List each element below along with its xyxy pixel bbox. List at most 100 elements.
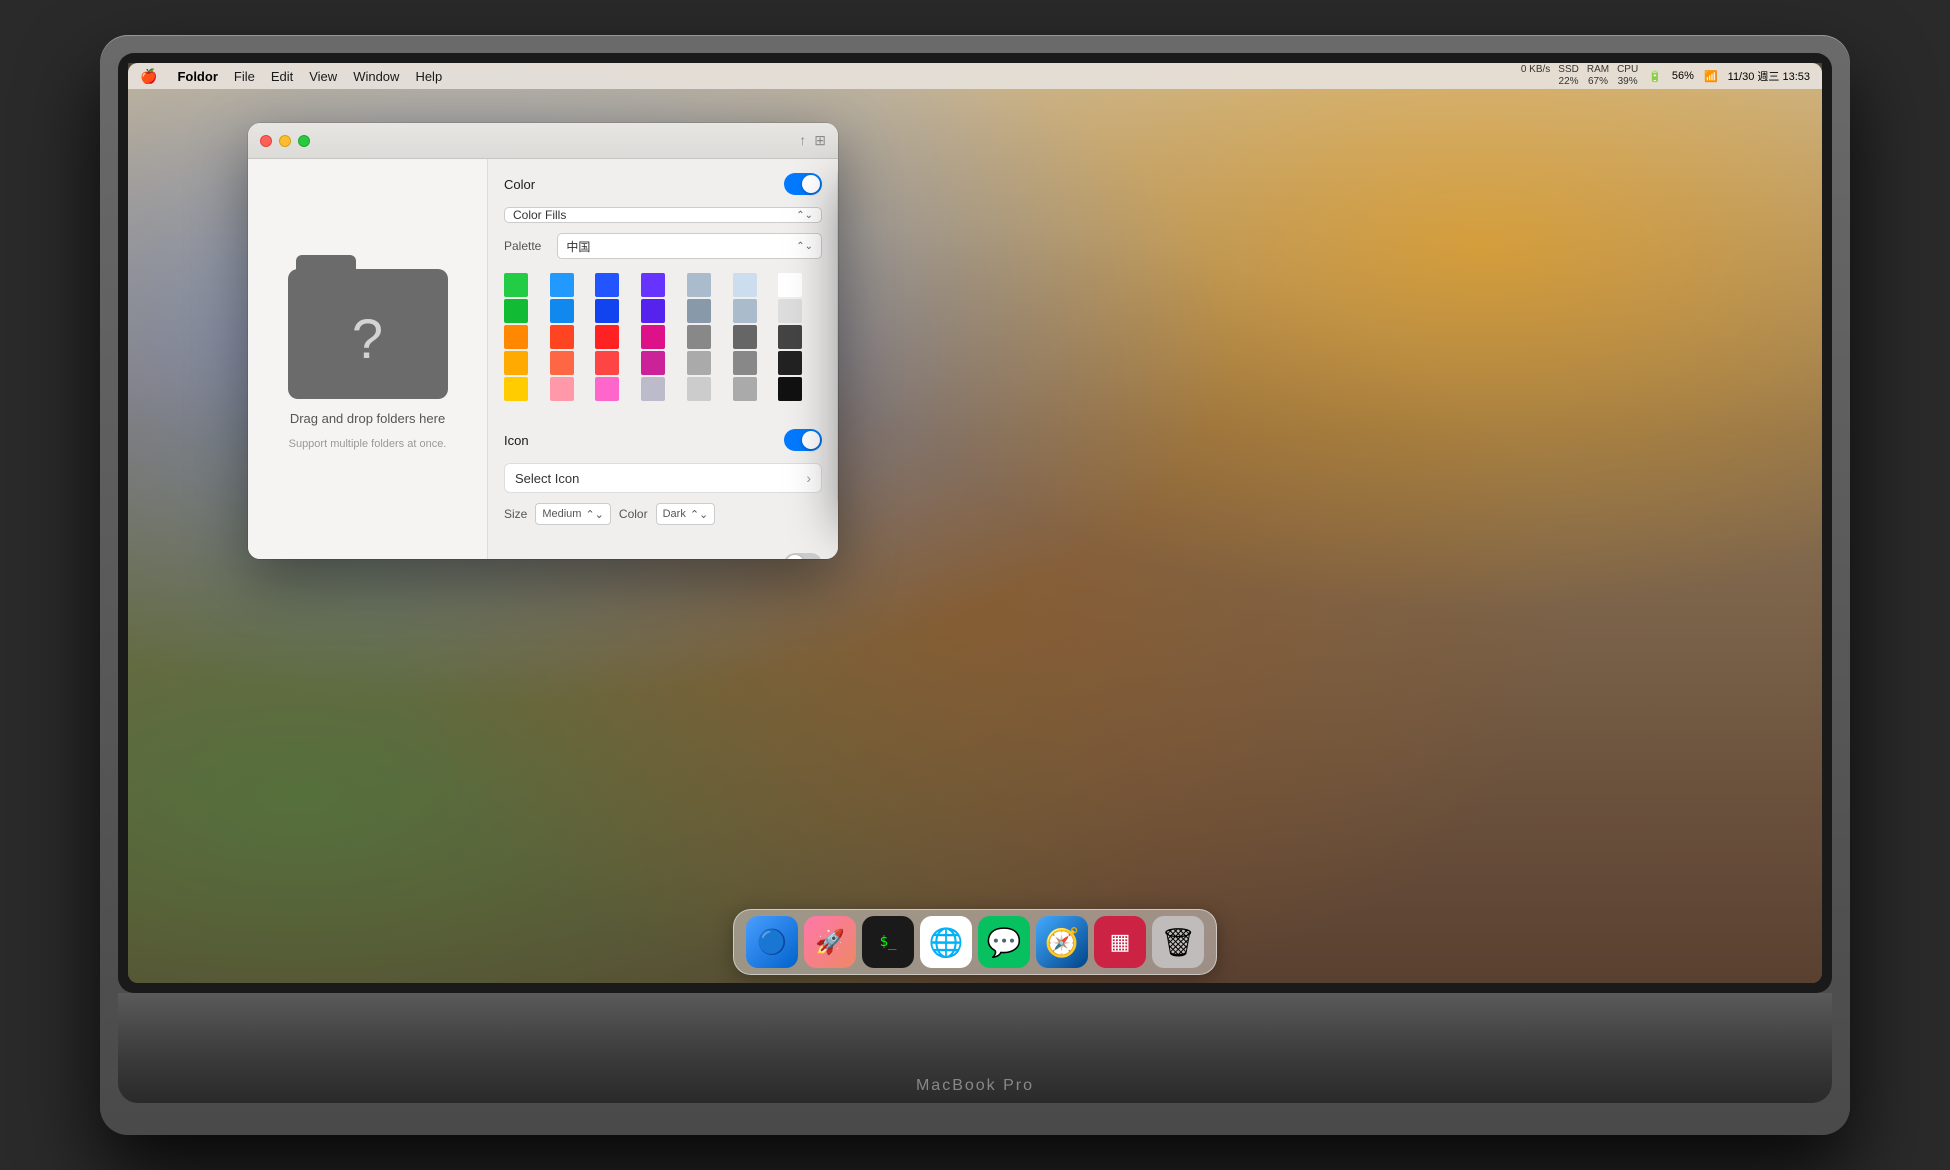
- app-name-label[interactable]: Foldor: [177, 69, 217, 84]
- macbook-outer: 🍎 Foldor File Edit View Window Help 0 KB…: [100, 35, 1850, 1135]
- dock-mosaic[interactable]: ▦: [1094, 916, 1146, 968]
- color-cell-31[interactable]: [641, 377, 665, 401]
- color-cell-13[interactable]: [778, 299, 802, 323]
- color-setting-row: Color: [504, 173, 822, 195]
- window-content: ? Drag and drop folders here Support mul…: [248, 159, 838, 559]
- traffic-lights: [260, 135, 310, 147]
- folder-preview-panel: ? Drag and drop folders here Support mul…: [248, 159, 488, 559]
- color-cell-9[interactable]: [595, 299, 619, 323]
- color-cell-3[interactable]: [641, 273, 665, 297]
- network-value: 0 KB/s: [1521, 64, 1550, 76]
- color-cell-5[interactable]: [733, 273, 757, 297]
- minimize-button[interactable]: [279, 135, 291, 147]
- color-cell-1[interactable]: [550, 273, 574, 297]
- size-label: Size: [504, 507, 527, 521]
- apple-logo-icon[interactable]: 🍎: [140, 68, 157, 85]
- icon-color-value: Dark: [663, 508, 686, 520]
- subfolder-row: Apply to Subfolders: [504, 553, 822, 559]
- grid-icon[interactable]: ⊞: [814, 132, 826, 149]
- icon-color-arrow-icon: ⌃⌄: [690, 508, 708, 521]
- network-stat: 0 KB/s: [1521, 64, 1550, 88]
- color-cell-17[interactable]: [641, 325, 665, 349]
- apply-subfolders-label: Apply to Subfolders: [504, 557, 608, 559]
- subfolders-toggle[interactable]: [784, 553, 822, 559]
- icon-label: Icon: [504, 433, 529, 448]
- menu-bar-left: 🍎 Foldor File Edit View Window Help: [140, 68, 442, 85]
- color-cell-4[interactable]: [687, 273, 711, 297]
- dock-finder[interactable]: 🔵: [746, 916, 798, 968]
- dock-chrome[interactable]: 🌐: [920, 916, 972, 968]
- dock-safari[interactable]: 🧭: [1036, 916, 1088, 968]
- screen: 🍎 Foldor File Edit View Window Help 0 KB…: [128, 63, 1822, 983]
- size-color-row: Size Medium ⌃⌄ Color Dark ⌃⌄: [504, 503, 822, 525]
- color-cell-20[interactable]: [778, 325, 802, 349]
- color-fills-label: Color Fills: [513, 208, 566, 222]
- drag-drop-label: Drag and drop folders here: [290, 411, 445, 426]
- color-cell-14[interactable]: [504, 325, 528, 349]
- share-icon[interactable]: ↑: [799, 132, 806, 149]
- dock-wechat[interactable]: 💬: [978, 916, 1030, 968]
- color-cell-29[interactable]: [550, 377, 574, 401]
- color-cell-18[interactable]: [687, 325, 711, 349]
- app-window: ↑ ⊞ ? Drag and drop folders h: [248, 123, 838, 559]
- color-cell-7[interactable]: [504, 299, 528, 323]
- color-label-2: Color: [619, 507, 648, 521]
- color-fills-dropdown[interactable]: Color Fills ⌃⌄: [504, 207, 822, 223]
- size-dropdown[interactable]: Medium ⌃⌄: [535, 503, 611, 525]
- color-cell-32[interactable]: [687, 377, 711, 401]
- window-controls-right: ↑ ⊞: [799, 132, 826, 149]
- screen-bezel: 🍎 Foldor File Edit View Window Help 0 KB…: [118, 53, 1832, 993]
- menu-bar: 🍎 Foldor File Edit View Window Help 0 KB…: [128, 63, 1822, 89]
- color-cell-33[interactable]: [733, 377, 757, 401]
- menu-help[interactable]: Help: [415, 69, 442, 84]
- battery-icon: 🔋: [1648, 70, 1662, 83]
- color-cell-22[interactable]: [550, 351, 574, 375]
- color-cell-15[interactable]: [550, 325, 574, 349]
- palette-dropdown[interactable]: 中国 ⌃⌄: [557, 233, 822, 259]
- palette-value: 中国: [566, 238, 590, 255]
- menu-view[interactable]: View: [309, 69, 337, 84]
- color-cell-30[interactable]: [595, 377, 619, 401]
- size-value: Medium: [542, 508, 581, 520]
- dock-launchpad[interactable]: 🚀: [804, 916, 856, 968]
- wifi-icon: 📶: [1704, 70, 1718, 83]
- color-cell-28[interactable]: [504, 377, 528, 401]
- color-cell-16[interactable]: [595, 325, 619, 349]
- color-cell-21[interactable]: [504, 351, 528, 375]
- color-cell-8[interactable]: [550, 299, 574, 323]
- color-cell-12[interactable]: [733, 299, 757, 323]
- maximize-button[interactable]: [298, 135, 310, 147]
- drag-drop-sublabel: Support multiple folders at once.: [289, 438, 447, 450]
- menu-file[interactable]: File: [234, 69, 255, 84]
- palette-label: Palette: [504, 239, 541, 253]
- color-cell-34[interactable]: [778, 377, 802, 401]
- color-cell-27[interactable]: [778, 351, 802, 375]
- color-cell-24[interactable]: [641, 351, 665, 375]
- color-toggle[interactable]: [784, 173, 822, 195]
- icon-color-dropdown[interactable]: Dark ⌃⌄: [656, 503, 716, 525]
- folder-preview: ?: [288, 269, 448, 399]
- color-cell-23[interactable]: [595, 351, 619, 375]
- color-cell-19[interactable]: [733, 325, 757, 349]
- menu-window[interactable]: Window: [353, 69, 399, 84]
- menu-edit[interactable]: Edit: [271, 69, 293, 84]
- close-button[interactable]: [260, 135, 272, 147]
- desktop: 🍎 Foldor File Edit View Window Help 0 KB…: [128, 63, 1822, 983]
- color-cell-11[interactable]: [687, 299, 711, 323]
- dock: 🔵 🚀 $_ 🌐 💬 🧭: [733, 909, 1217, 975]
- color-cell-2[interactable]: [595, 273, 619, 297]
- macbook-label: MacBook Pro: [916, 1077, 1034, 1095]
- cpu-stat: CPU 39%: [1617, 64, 1638, 88]
- color-cell-0[interactable]: [504, 273, 528, 297]
- select-icon-row[interactable]: Select Icon ›: [504, 463, 822, 493]
- color-cell-6[interactable]: [778, 273, 802, 297]
- system-stats: 0 KB/s SSD 22% RAM 67% CPU: [1521, 64, 1638, 88]
- icon-toggle[interactable]: [784, 429, 822, 451]
- dock-trash[interactable]: 🗑: [1152, 916, 1204, 968]
- dock-terminal[interactable]: $_: [862, 916, 914, 968]
- color-cell-26[interactable]: [733, 351, 757, 375]
- color-cell-10[interactable]: [641, 299, 665, 323]
- palette-arrow-icon: ⌃⌄: [796, 241, 813, 252]
- color-cell-25[interactable]: [687, 351, 711, 375]
- ram-value: 67%: [1588, 76, 1608, 88]
